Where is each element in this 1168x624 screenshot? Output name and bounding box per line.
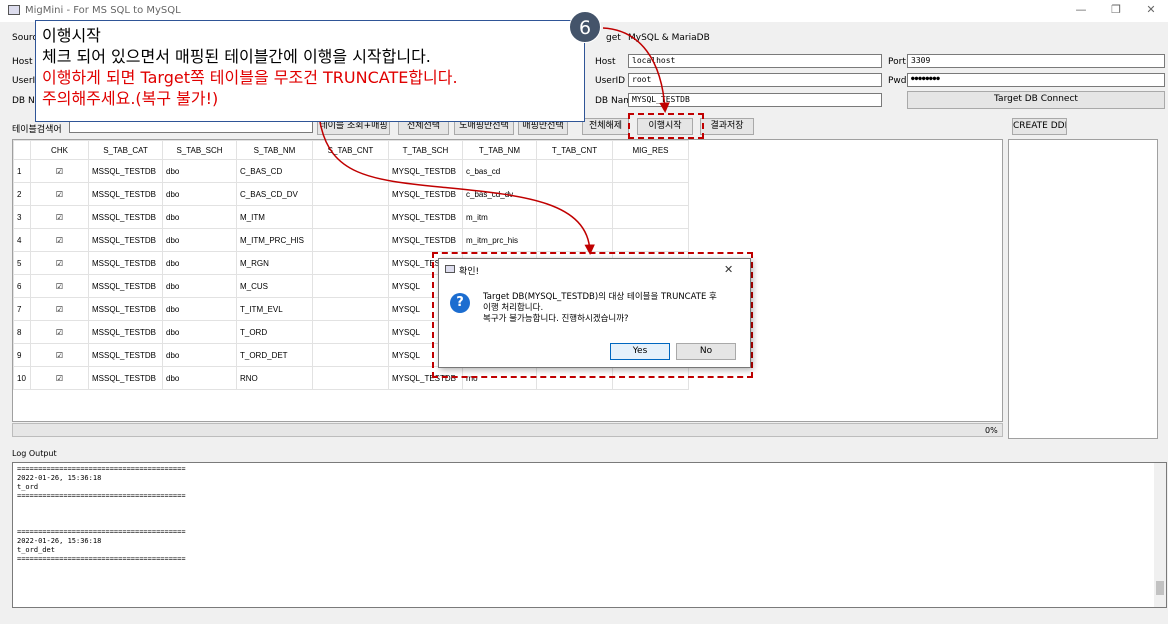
- arrow-to-dialog: [319, 121, 595, 255]
- yes-button[interactable]: Yes: [610, 343, 670, 360]
- arrow-to-migrate-button: [602, 27, 670, 113]
- dialog-message-line2: 이행 처리합니다.: [483, 303, 544, 313]
- step-badge: 6: [569, 11, 601, 43]
- confirm-dialog: 확인! ✕ ? Target DB(MYSQL_TESTDB)의 대상 테이블을…: [438, 258, 751, 368]
- dialog-message: Target DB(MYSQL_TESTDB)의 대상 테이블을 TRUNCAT…: [483, 292, 717, 325]
- dialog-app-icon: [445, 265, 455, 273]
- no-button[interactable]: No: [676, 343, 736, 360]
- question-icon: ?: [450, 293, 470, 313]
- dialog-title: 확인!: [459, 267, 480, 277]
- dialog-message-line1: Target DB(MYSQL_TESTDB)의 대상 테이블을 TRUNCAT…: [483, 292, 717, 302]
- dialog-close-icon[interactable]: ✕: [724, 263, 733, 276]
- dialog-message-line3: 복구가 불가능합니다. 진행하시겠습니까?: [483, 314, 629, 324]
